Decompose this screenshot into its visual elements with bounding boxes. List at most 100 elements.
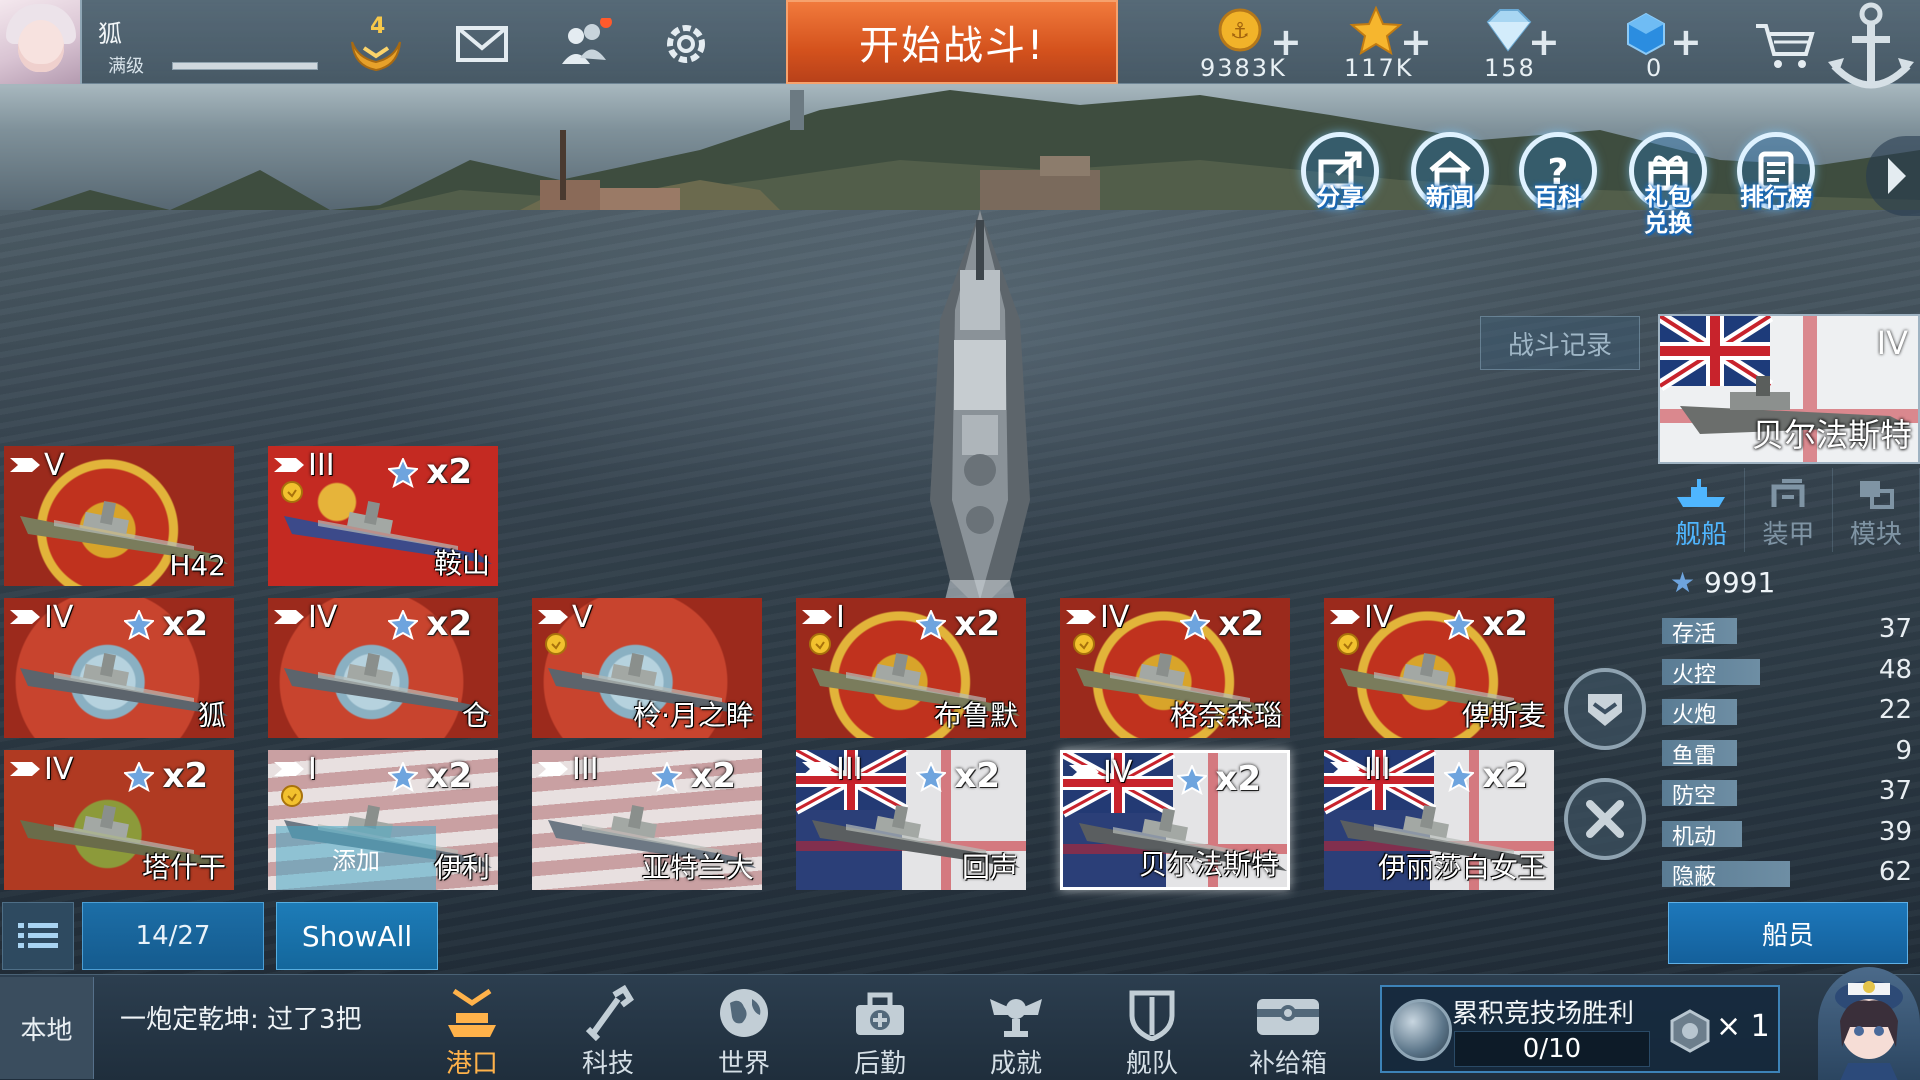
ship-tier: V: [44, 448, 65, 483]
ship-card[interactable]: IV x2 狐: [4, 598, 234, 738]
start-battle-button[interactable]: 开始战斗!: [786, 0, 1118, 84]
selected-ship-card[interactable]: IV 贝尔法斯特: [1658, 314, 1920, 464]
tab-armor[interactable]: 装甲: [1745, 468, 1833, 552]
ship-multiplier: x2: [1482, 604, 1528, 644]
mail-icon[interactable]: [452, 18, 512, 70]
nav-world[interactable]: 世界: [684, 975, 804, 1080]
star-icon: [1349, 6, 1403, 56]
ship-card[interactable]: IV x2 贝尔法斯特: [1060, 750, 1290, 890]
ship-class-icon: [802, 762, 832, 776]
ship-tier: IV: [1100, 600, 1130, 635]
nav-logistics[interactable]: 后勤: [820, 975, 940, 1080]
gem-currency[interactable]: + 0: [1620, 6, 1710, 82]
stat-row: 防空 37: [1662, 774, 1912, 815]
ship-card[interactable]: IV x2 俾斯麦: [1324, 598, 1554, 738]
ship-card[interactable]: I x2 布鲁默: [796, 598, 1026, 738]
ship-multiplier: x2: [162, 756, 208, 796]
player-name: 狐: [98, 20, 122, 48]
show-all-button[interactable]: ShowAll: [276, 902, 438, 970]
nav-achievement[interactable]: 成就: [956, 975, 1076, 1080]
ship-class-icon: [10, 458, 40, 472]
settings-icon[interactable]: [656, 18, 716, 70]
tab-ship[interactable]: 舰船: [1658, 468, 1746, 552]
ship-multiplier: x2: [1482, 756, 1528, 796]
nav-supply-box[interactable]: 补给箱: [1228, 975, 1348, 1080]
stat-row: 火炮 22: [1662, 693, 1912, 734]
news-button[interactable]: 新闻: [1408, 132, 1492, 242]
chat-channel-local[interactable]: 本地: [0, 977, 94, 1079]
medal-icon: [281, 481, 303, 503]
ship-class-icon: [1066, 610, 1096, 624]
ship-tier: IV: [308, 600, 338, 635]
star-currency[interactable]: + 117K: [1340, 6, 1450, 82]
ship-card[interactable]: I x2 添加 伊利: [268, 750, 498, 890]
tab-module[interactable]: 模块: [1833, 468, 1920, 552]
share-button[interactable]: 分享: [1298, 132, 1382, 242]
ship-name: 格奈森瑙: [1169, 699, 1282, 732]
ship-multiplier: x2: [162, 604, 208, 644]
stat-value: 39: [1878, 816, 1912, 847]
gold-currency[interactable]: ⚓ + 9383K: [1200, 6, 1320, 82]
tools-icon: [1586, 800, 1624, 838]
nav-tech[interactable]: 科技: [548, 975, 668, 1080]
world-icon: [720, 989, 768, 1037]
arena-progress: 0/10: [1454, 1031, 1650, 1067]
leaderboard-button[interactable]: 排行榜: [1734, 132, 1818, 242]
star-icon: [388, 762, 418, 792]
list-view-button[interactable]: [2, 902, 74, 970]
ship-card[interactable]: V H42: [4, 446, 234, 586]
stat-name: 鱼雷: [1672, 743, 1717, 769]
ship-multiplier: x2: [954, 604, 1000, 644]
chevron-right-icon: [1888, 158, 1906, 194]
ship-tier: IV: [44, 600, 74, 635]
ship-card[interactable]: III x2 亚特兰大: [532, 750, 762, 890]
stat-row: 火控 48: [1662, 653, 1912, 694]
ship-class-icon: [1330, 610, 1360, 624]
upgrade-round-button[interactable]: [1564, 668, 1646, 750]
star-icon: [1177, 765, 1207, 795]
nav-fleet[interactable]: 舰队: [1092, 975, 1212, 1080]
gift-exchange-button[interactable]: 礼包 兑换: [1626, 132, 1710, 242]
add-ship-overlay[interactable]: 添加: [276, 826, 436, 890]
stat-name: 隐蔽: [1672, 865, 1717, 890]
ship-card[interactable]: IV x2 塔什干: [4, 750, 234, 890]
ship-star-value: ★ 9991: [1670, 566, 1776, 599]
shop-cart-icon[interactable]: [1752, 20, 1816, 70]
ship-name: 回声: [961, 851, 1018, 884]
crew-button[interactable]: 船员: [1668, 902, 1908, 964]
nav-harbor[interactable]: 港口: [412, 975, 532, 1080]
star-icon: [388, 458, 418, 488]
star-icon: [652, 762, 682, 792]
battle-record-button[interactable]: 战斗记录: [1480, 316, 1640, 370]
player-avatar[interactable]: [0, 0, 82, 84]
repair-round-button[interactable]: [1564, 778, 1646, 860]
ship-name: 塔什干: [141, 851, 226, 884]
module-icon: [1859, 481, 1894, 509]
chat-message[interactable]: 一炮定乾坤: 过了3把: [120, 999, 362, 1036]
arena-progress-panel[interactable]: 累积竞技场胜利 0/10 × 1: [1380, 985, 1780, 1073]
ship-card[interactable]: IV x2 格奈森瑙: [1060, 598, 1290, 738]
star-icon: [916, 762, 946, 792]
expand-arrow-button[interactable]: [1866, 136, 1920, 216]
ship-multiplier: x2: [426, 604, 472, 644]
anchor-icon[interactable]: [1826, 0, 1916, 104]
ship-card[interactable]: III x2 伊丽莎白女王: [1324, 750, 1554, 890]
friends-icon[interactable]: [554, 16, 614, 70]
top-bar: 狐 满级 4 开始战斗! ⚓ + 9383K + 117K + 158 + 0: [0, 0, 1920, 89]
fleet-count-button[interactable]: 14/27: [82, 902, 264, 970]
stat-name: 机动: [1672, 824, 1717, 850]
armor-icon: [1771, 479, 1805, 507]
ship-card[interactable]: III x2 回声: [796, 750, 1026, 890]
ship-name: 俾斯麦: [1461, 699, 1546, 732]
arena-globe-icon: [1390, 999, 1452, 1061]
ship-card[interactable]: V 柃·月之眸: [532, 598, 762, 738]
battleship-model: [930, 210, 1030, 620]
diamond-currency[interactable]: + 158: [1474, 6, 1574, 82]
ship-card[interactable]: III x2 鞍山: [268, 446, 498, 586]
encyclopedia-button[interactable]: ? 百科: [1516, 132, 1600, 242]
advisor-avatar[interactable]: [1818, 967, 1920, 1080]
ship-card[interactable]: IV x2 仓: [268, 598, 498, 738]
star-icon: [916, 610, 946, 640]
tech-icon: [585, 985, 634, 1041]
ship-name: 亚特兰大: [641, 851, 754, 884]
